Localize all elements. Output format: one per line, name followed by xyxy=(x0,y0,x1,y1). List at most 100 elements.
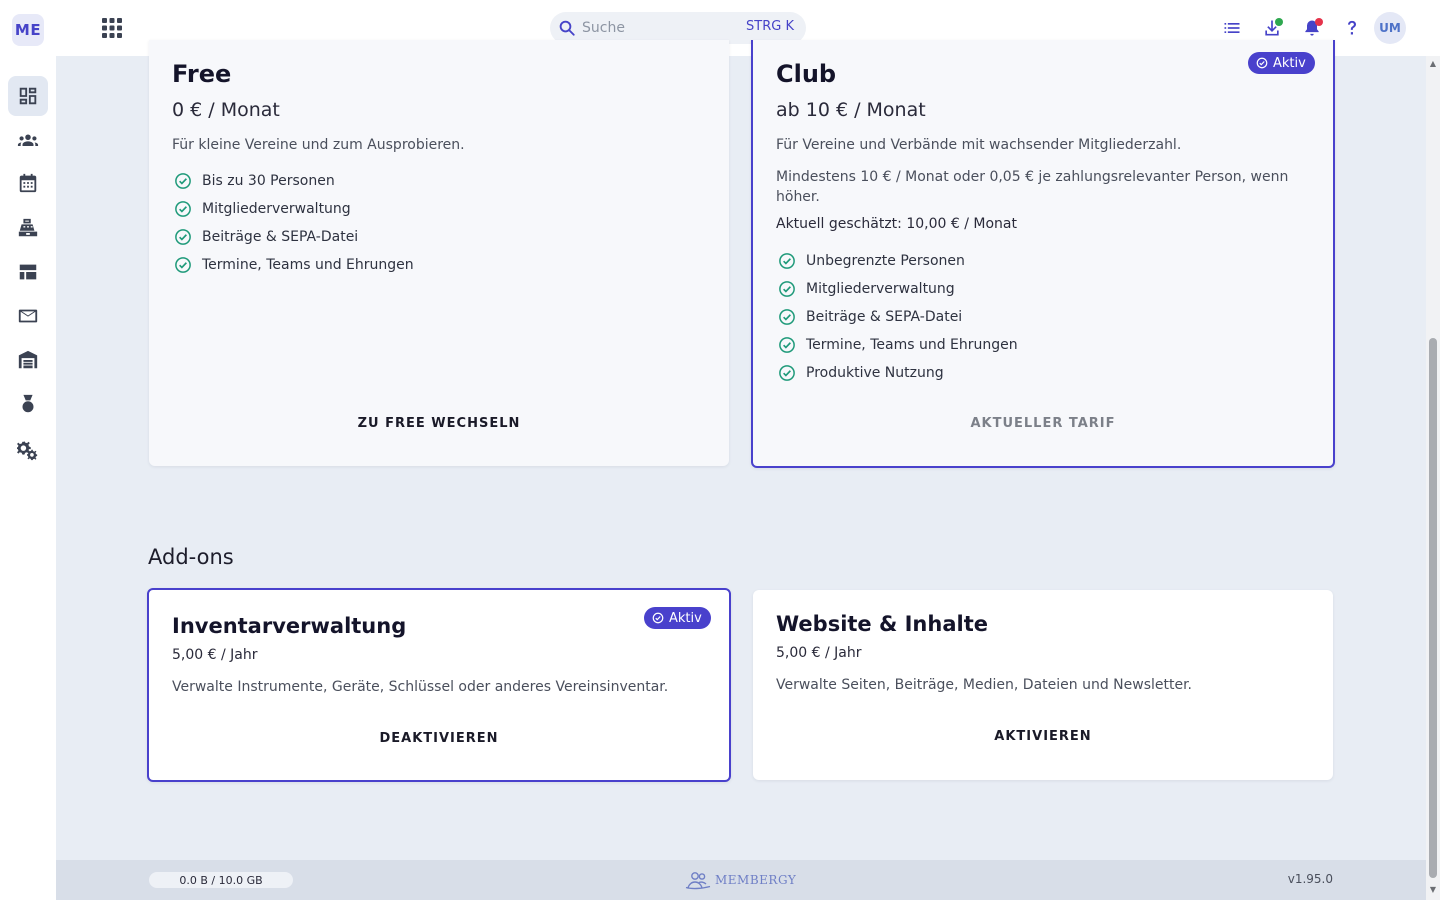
search-icon xyxy=(559,20,575,36)
plan-price: ab 10 € / Monat xyxy=(776,99,926,121)
feature-item: Produktive Nutzung xyxy=(778,363,944,383)
brand-logo: MEMBERGY xyxy=(685,870,796,890)
check-circle-icon xyxy=(175,229,191,245)
scroll-thumb[interactable] xyxy=(1429,338,1437,878)
check-circle-icon xyxy=(779,309,795,325)
activate-button[interactable]: AKTIVIEREN xyxy=(753,729,1333,744)
feature-label: Bis zu 30 Personen xyxy=(202,173,335,189)
download-status-dot xyxy=(1275,18,1283,26)
addon-card-website: Website & Inhalte 5,00 € / Jahr Verwalte… xyxy=(753,590,1333,780)
plan-description: Für kleine Vereine und zum Ausprobieren. xyxy=(172,137,465,153)
plan-title: Free xyxy=(172,60,232,88)
cash-register-icon xyxy=(18,218,38,237)
plan-card-club: Aktiv Club ab 10 € / Monat Für Vereine u… xyxy=(751,40,1335,468)
addon-title: Inventarverwaltung xyxy=(172,614,407,638)
scroll-down-arrow[interactable]: ▼ xyxy=(1429,886,1437,894)
addons-heading: Add-ons xyxy=(148,545,234,569)
calendar-icon xyxy=(19,173,37,193)
layout-icon xyxy=(19,264,37,280)
search-shortcut-hint: STRG K xyxy=(746,19,794,34)
plan-estimate: Aktuell geschätzt: 10,00 € / Monat xyxy=(776,216,1017,232)
nav-people[interactable] xyxy=(8,120,48,160)
nav-inventory[interactable] xyxy=(8,340,48,380)
feature-item: Termine, Teams und Ehrungen xyxy=(778,335,1018,355)
storage-usage: 0.0 B / 10.0 GB xyxy=(149,872,293,888)
membergy-logo-icon xyxy=(685,872,711,890)
check-circle-icon xyxy=(175,173,191,189)
feature-item: Beiträge & SEPA-Datei xyxy=(174,227,358,247)
plan-card-free: Free 0 € / Monat Für kleine Vereine und … xyxy=(149,40,729,466)
people-icon xyxy=(17,134,39,146)
nav-finance[interactable] xyxy=(8,208,48,248)
addon-card-inventory: Aktiv Inventarverwaltung 5,00 € / Jahr V… xyxy=(147,588,731,782)
feature-label: Mitgliederverwaltung xyxy=(202,201,351,217)
feature-label: Beiträge & SEPA-Datei xyxy=(202,229,359,245)
sidebar: ME xyxy=(0,0,56,900)
brand-name: MEMBERGY xyxy=(715,873,797,887)
notifications-button[interactable] xyxy=(1300,16,1324,40)
addon-description: Verwalte Instrumente, Geräte, Schlüssel … xyxy=(172,679,669,695)
footer: 0.0 B / 10.0 GB MEMBERGY v1.95.0 xyxy=(56,860,1426,900)
check-circle-icon xyxy=(175,257,191,273)
user-avatar[interactable]: UM xyxy=(1374,12,1406,44)
badge-label: Aktiv xyxy=(1273,55,1306,71)
check-circle-icon xyxy=(652,612,664,624)
nav-honors[interactable] xyxy=(8,384,48,424)
feature-label: Produktive Nutzung xyxy=(806,365,944,381)
downloads-button[interactable] xyxy=(1260,16,1284,40)
addon-description: Verwalte Seiten, Beiträge, Medien, Datei… xyxy=(776,677,1193,693)
feature-label: Beiträge & SEPA-Datei xyxy=(806,309,963,325)
deactivate-button[interactable]: DEAKTIVIEREN xyxy=(149,731,729,746)
plan-price: 0 € / Monat xyxy=(172,99,280,121)
check-circle-icon xyxy=(779,253,795,269)
grid-icon xyxy=(102,18,122,38)
check-circle-icon xyxy=(779,365,795,381)
badge-label: Aktiv xyxy=(669,610,702,626)
check-circle-icon xyxy=(175,201,191,217)
dashboard-icon xyxy=(19,87,37,105)
scroll-up-arrow[interactable]: ▲ xyxy=(1429,60,1437,68)
feature-label: Mitgliederverwaltung xyxy=(806,281,955,297)
medal-icon xyxy=(22,394,34,413)
feature-item: Unbegrenzte Personen xyxy=(778,251,965,271)
feature-label: Termine, Teams und Ehrungen xyxy=(202,257,414,273)
active-badge: Aktiv xyxy=(1248,52,1315,74)
page-scrollbar[interactable]: ▲ ▼ xyxy=(1426,56,1440,900)
search-input[interactable] xyxy=(582,17,732,39)
current-plan-button[interactable]: AKTUELLER TARIF xyxy=(753,416,1333,431)
warehouse-icon xyxy=(18,350,38,369)
switch-to-free-button[interactable]: ZU FREE WECHSELN xyxy=(149,416,729,431)
nav-website[interactable] xyxy=(8,252,48,292)
nav-settings[interactable] xyxy=(8,430,48,470)
check-circle-icon xyxy=(1256,57,1268,69)
tasks-button[interactable] xyxy=(1220,16,1244,40)
settings-icon xyxy=(17,440,38,461)
app-version: v1.95.0 xyxy=(1287,872,1333,886)
plan-description: Für Vereine und Verbände mit wachsender … xyxy=(776,137,1182,153)
apps-grid-button[interactable] xyxy=(100,16,124,40)
nav-mail[interactable] xyxy=(8,296,48,336)
addon-price: 5,00 € / Jahr xyxy=(172,647,258,663)
feature-item: Mitgliederverwaltung xyxy=(174,199,351,219)
plan-title: Club xyxy=(776,60,837,88)
help-button[interactable] xyxy=(1340,16,1364,40)
feature-item: Beiträge & SEPA-Datei xyxy=(778,307,962,327)
check-circle-icon xyxy=(779,337,795,353)
feature-label: Termine, Teams und Ehrungen xyxy=(806,337,1018,353)
help-icon xyxy=(1348,20,1356,35)
nav-dashboard[interactable] xyxy=(8,76,48,116)
addon-title: Website & Inhalte xyxy=(776,612,988,636)
nav-calendar[interactable] xyxy=(8,163,48,203)
feature-item: Mitgliederverwaltung xyxy=(778,279,955,299)
active-badge: Aktiv xyxy=(644,607,711,629)
organization-logo[interactable]: ME xyxy=(12,14,44,46)
feature-item: Bis zu 30 Personen xyxy=(174,171,335,191)
plan-minimum-note: Mindestens 10 € / Monat oder 0,05 € je z… xyxy=(776,169,1289,205)
list-icon xyxy=(1224,23,1240,33)
mail-icon xyxy=(18,309,38,323)
feature-label: Unbegrenzte Personen xyxy=(806,253,965,269)
notification-dot xyxy=(1315,18,1323,26)
check-circle-icon xyxy=(779,281,795,297)
addon-price: 5,00 € / Jahr xyxy=(776,645,862,661)
feature-item: Termine, Teams und Ehrungen xyxy=(174,255,414,275)
